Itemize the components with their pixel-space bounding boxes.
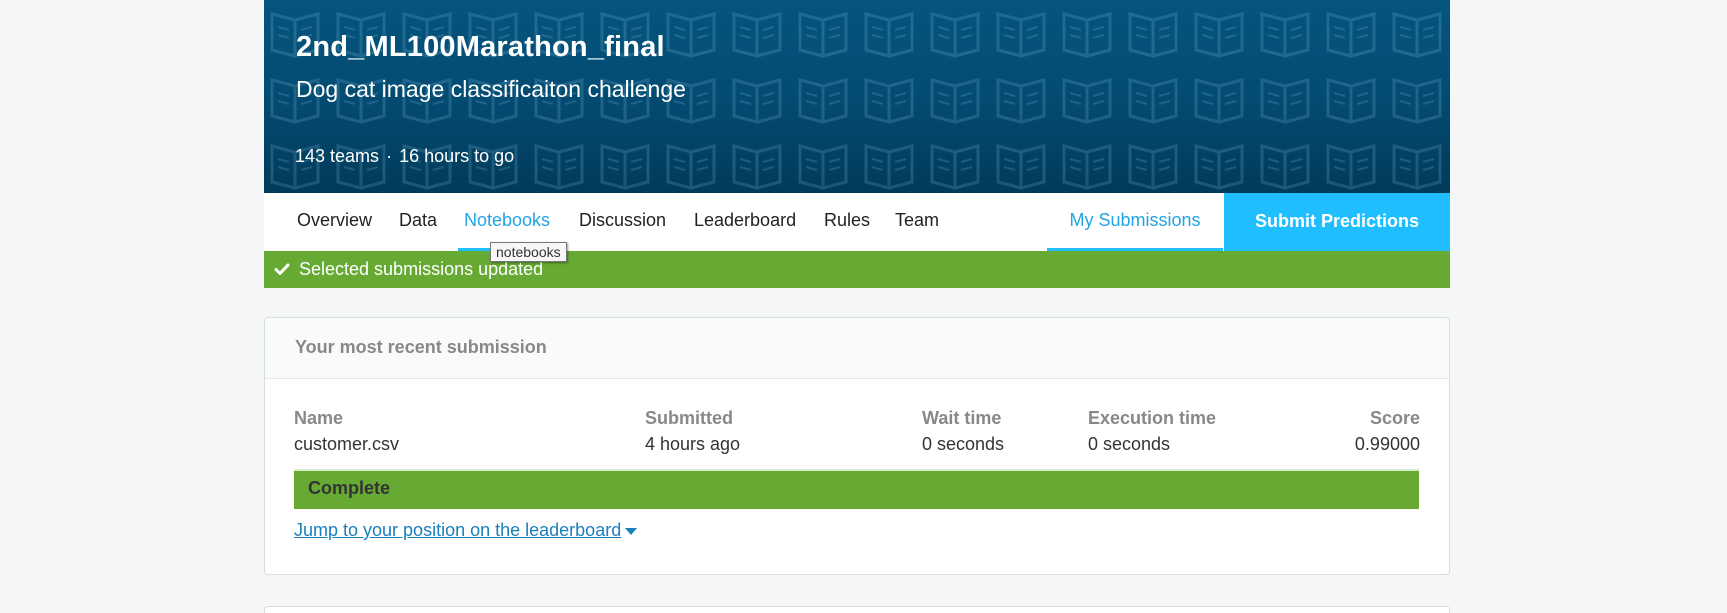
card-heading: Your most recent submission <box>295 337 547 357</box>
tab-rules[interactable]: Rules <box>824 193 870 251</box>
jump-link-text: Jump to your position on the leaderboard <box>294 520 622 540</box>
competition-header: 2nd_ML100Marathon_final Dog cat image cl… <box>264 0 1450 193</box>
page: 2nd_ML100Marathon_final Dog cat image cl… <box>0 0 1727 613</box>
my-submissions-button[interactable]: My Submissions <box>1047 193 1223 251</box>
alert-message: Selected submissions updated <box>299 259 544 279</box>
tab-data[interactable]: Data <box>399 193 437 251</box>
competition-subtitle: Dog cat image classificaiton challenge <box>296 76 686 102</box>
name-column: Name customer.csv <box>294 408 399 455</box>
notebooks-tooltip: notebooks <box>490 242 567 262</box>
recent-submission-card: Your most recent submission Name custome… <box>264 317 1450 575</box>
execution-time-column: Execution time 0 seconds <box>1088 408 1216 455</box>
time-remaining: 16 hours to go <box>399 146 515 166</box>
competition-nav: Overview Data Notebooks Discussion Leade… <box>264 193 1450 262</box>
wait-time-column: Wait time 0 seconds <box>922 408 1004 455</box>
check-icon <box>274 263 290 275</box>
card-header: Your most recent submission <box>265 318 1449 379</box>
tab-discussion[interactable]: Discussion <box>579 193 666 251</box>
submitted-label: Submitted <box>645 408 733 428</box>
status-bar: Complete <box>294 469 1419 509</box>
jump-to-leaderboard-link[interactable]: Jump to your position on the leaderboard <box>294 520 638 541</box>
score-value: 0.99000 <box>1354 434 1420 454</box>
caret-down-icon <box>625 527 638 535</box>
next-card <box>264 606 1450 613</box>
score-label: Score <box>1369 408 1420 428</box>
name-value: customer.csv <box>294 434 400 454</box>
tab-overview[interactable]: Overview <box>297 193 372 251</box>
success-alert: Selected submissions updated <box>264 251 1450 288</box>
wait-time-value: 0 seconds <box>922 434 1005 454</box>
execution-time-label: Execution time <box>1088 408 1217 428</box>
status-text: Complete <box>308 478 391 498</box>
competition-meta: 143 teams · 16 hours to go <box>295 146 514 167</box>
submitted-value: 4 hours ago <box>645 434 741 454</box>
submit-predictions-button[interactable]: Submit Predictions <box>1224 193 1450 251</box>
score-column: Score 0.99000 <box>1355 408 1420 455</box>
submitted-column: Submitted 4 hours ago <box>645 408 740 455</box>
meta-separator: · <box>386 146 393 166</box>
execution-time-value: 0 seconds <box>1088 434 1171 454</box>
teams-count: 143 teams <box>295 146 380 166</box>
name-label: Name <box>294 408 344 428</box>
wait-time-label: Wait time <box>922 408 1002 428</box>
competition-title: 2nd_ML100Marathon_final <box>296 31 665 63</box>
tab-leaderboard[interactable]: Leaderboard <box>694 193 796 251</box>
tab-team[interactable]: Team <box>895 193 939 251</box>
